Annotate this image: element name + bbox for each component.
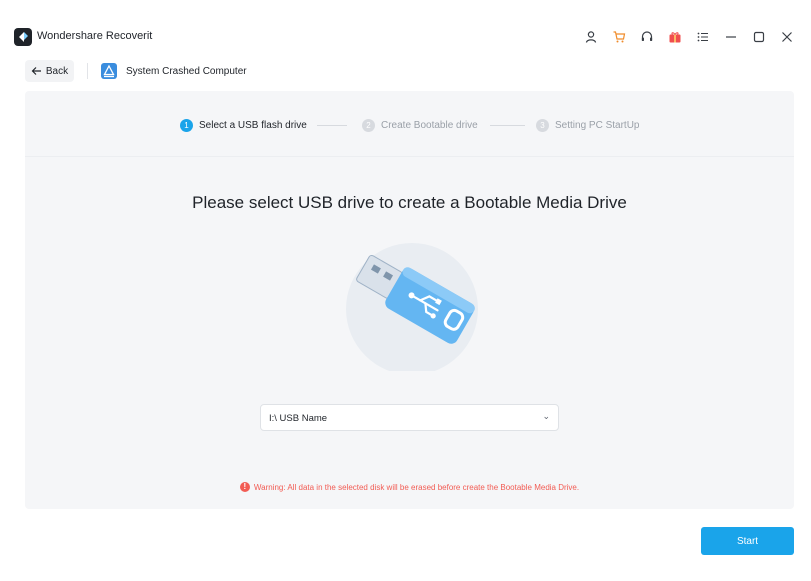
main-panel: 1 Select a USB flash drive 2 Create Boot… [25,91,794,509]
step-setting-pc-startup: 3 Setting PC StartUp [536,119,639,132]
page-headline: Please select USB drive to create a Boot… [192,193,627,212]
mode-title: System Crashed Computer [126,66,247,77]
toolbar-divider [87,63,88,79]
step-label: Select a USB flash drive [199,120,307,131]
warning-icon: ! [239,482,250,492]
recoverit-logo-icon [14,28,32,46]
back-label: Back [45,65,69,77]
warning-message: ! Warning: All data in the selected disk… [25,482,794,492]
user-icon[interactable] [577,28,605,46]
app-title: Wondershare Recoverit [37,30,153,42]
usb-drive-illustration [346,243,478,371]
steps-bar: 1 Select a USB flash drive 2 Create Boot… [25,91,794,157]
close-icon[interactable] [773,28,801,46]
step-number: 3 [536,119,549,132]
maximize-icon[interactable] [745,28,773,46]
gift-icon[interactable] [661,28,689,46]
chevron-down-icon: ⌄ [542,411,550,421]
back-button[interactable]: Back [25,60,74,82]
start-button[interactable]: Start [701,527,794,555]
title-bar: Wondershare Recoverit [0,0,811,72]
window-controls [577,28,801,46]
minimize-icon[interactable] [717,28,745,46]
step-connector [490,125,525,126]
arrow-left-icon [31,67,41,75]
step-label: Create Bootable drive [381,120,478,131]
step-create-bootable: 2 Create Bootable drive [362,119,478,132]
step-connector [317,125,347,126]
step-number: 2 [362,119,375,132]
usb-select-value: I:\ USB Name [269,413,328,424]
step-number: 1 [180,119,193,132]
cart-icon[interactable] [605,28,633,46]
warning-text: Warning: All data in the selected disk w… [253,482,580,492]
step-select-usb: 1 Select a USB flash drive [180,119,307,132]
crashed-computer-icon [101,63,117,79]
headset-icon[interactable] [633,28,661,46]
step-label: Setting PC StartUp [555,120,640,131]
list-menu-icon[interactable] [689,28,717,46]
usb-drive-select[interactable]: I:\ USB Name ⌄ [260,404,559,431]
